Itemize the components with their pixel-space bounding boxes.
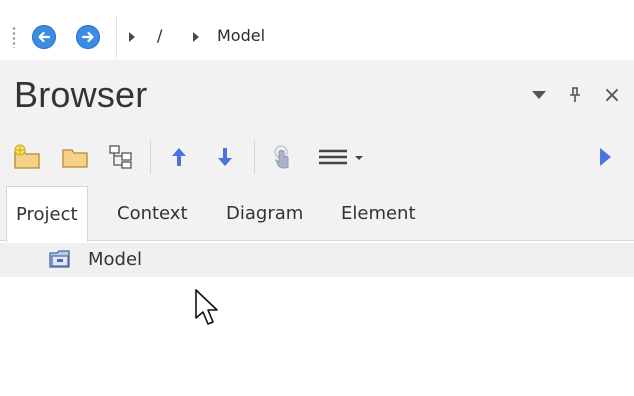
tab-project[interactable]: Project: [6, 186, 88, 242]
panel-header: Browser ×: [0, 60, 634, 132]
panel-title: Browser: [14, 74, 148, 115]
tab-element[interactable]: Element: [332, 186, 425, 240]
mouse-cursor-icon: [195, 289, 218, 325]
touch-hand-icon: [274, 145, 289, 169]
toolbar-separator: [254, 140, 255, 174]
browser-toolbar: [0, 132, 634, 182]
pin-button[interactable]: [562, 82, 588, 108]
forward-button[interactable]: [76, 25, 100, 49]
tree-item-label: Model: [88, 249, 143, 270]
tab-context[interactable]: Context: [108, 186, 197, 240]
options-menu-button[interactable]: [314, 142, 372, 172]
browser-tabs: Project Context Diagram Element: [0, 182, 634, 242]
tab-diagram[interactable]: Diagram: [217, 186, 312, 240]
breadcrumb-arrow-icon[interactable]: [193, 32, 199, 42]
close-icon: ×: [602, 82, 622, 108]
new-package-button[interactable]: [12, 142, 42, 172]
breadcrumb-root[interactable]: /: [157, 26, 162, 45]
menu-lines-icon: [319, 149, 363, 165]
model-package-icon: [49, 250, 70, 268]
close-button[interactable]: ×: [599, 82, 625, 108]
project-tree: Model: [0, 241, 634, 396]
pin-icon: [570, 87, 580, 102]
back-button[interactable]: [32, 25, 56, 49]
package-hierarchy-icon: [109, 145, 132, 169]
move-up-button[interactable]: [164, 142, 194, 172]
breadcrumb-model[interactable]: Model: [217, 26, 265, 45]
panel-dropdown-button[interactable]: [526, 82, 552, 108]
dropdown-icon: [532, 91, 546, 99]
new-package-icon: [14, 144, 40, 169]
expand-right-button[interactable]: [590, 142, 620, 172]
package-hierarchy-button[interactable]: [106, 142, 136, 172]
toolbar-grip-handle[interactable]: [12, 26, 16, 48]
forward-arrow-icon: [81, 31, 94, 43]
move-down-button[interactable]: [210, 142, 240, 172]
folder-icon: [62, 149, 88, 168]
move-up-icon: [172, 148, 186, 166]
navigation-bar: / Model: [0, 14, 634, 58]
new-folder-button[interactable]: [60, 142, 90, 172]
expand-right-icon: [600, 148, 611, 166]
toolbar-separator: [150, 140, 151, 174]
touch-hand-button[interactable]: [268, 142, 298, 172]
tree-item-model[interactable]: Model: [0, 243, 634, 277]
back-arrow-icon: [38, 31, 51, 43]
browser-window: / Model Browser × Project Context Diagra…: [0, 0, 634, 396]
breadcrumb[interactable]: / Model: [116, 16, 633, 58]
move-down-icon: [218, 148, 232, 166]
breadcrumb-arrow-icon[interactable]: [129, 32, 135, 42]
